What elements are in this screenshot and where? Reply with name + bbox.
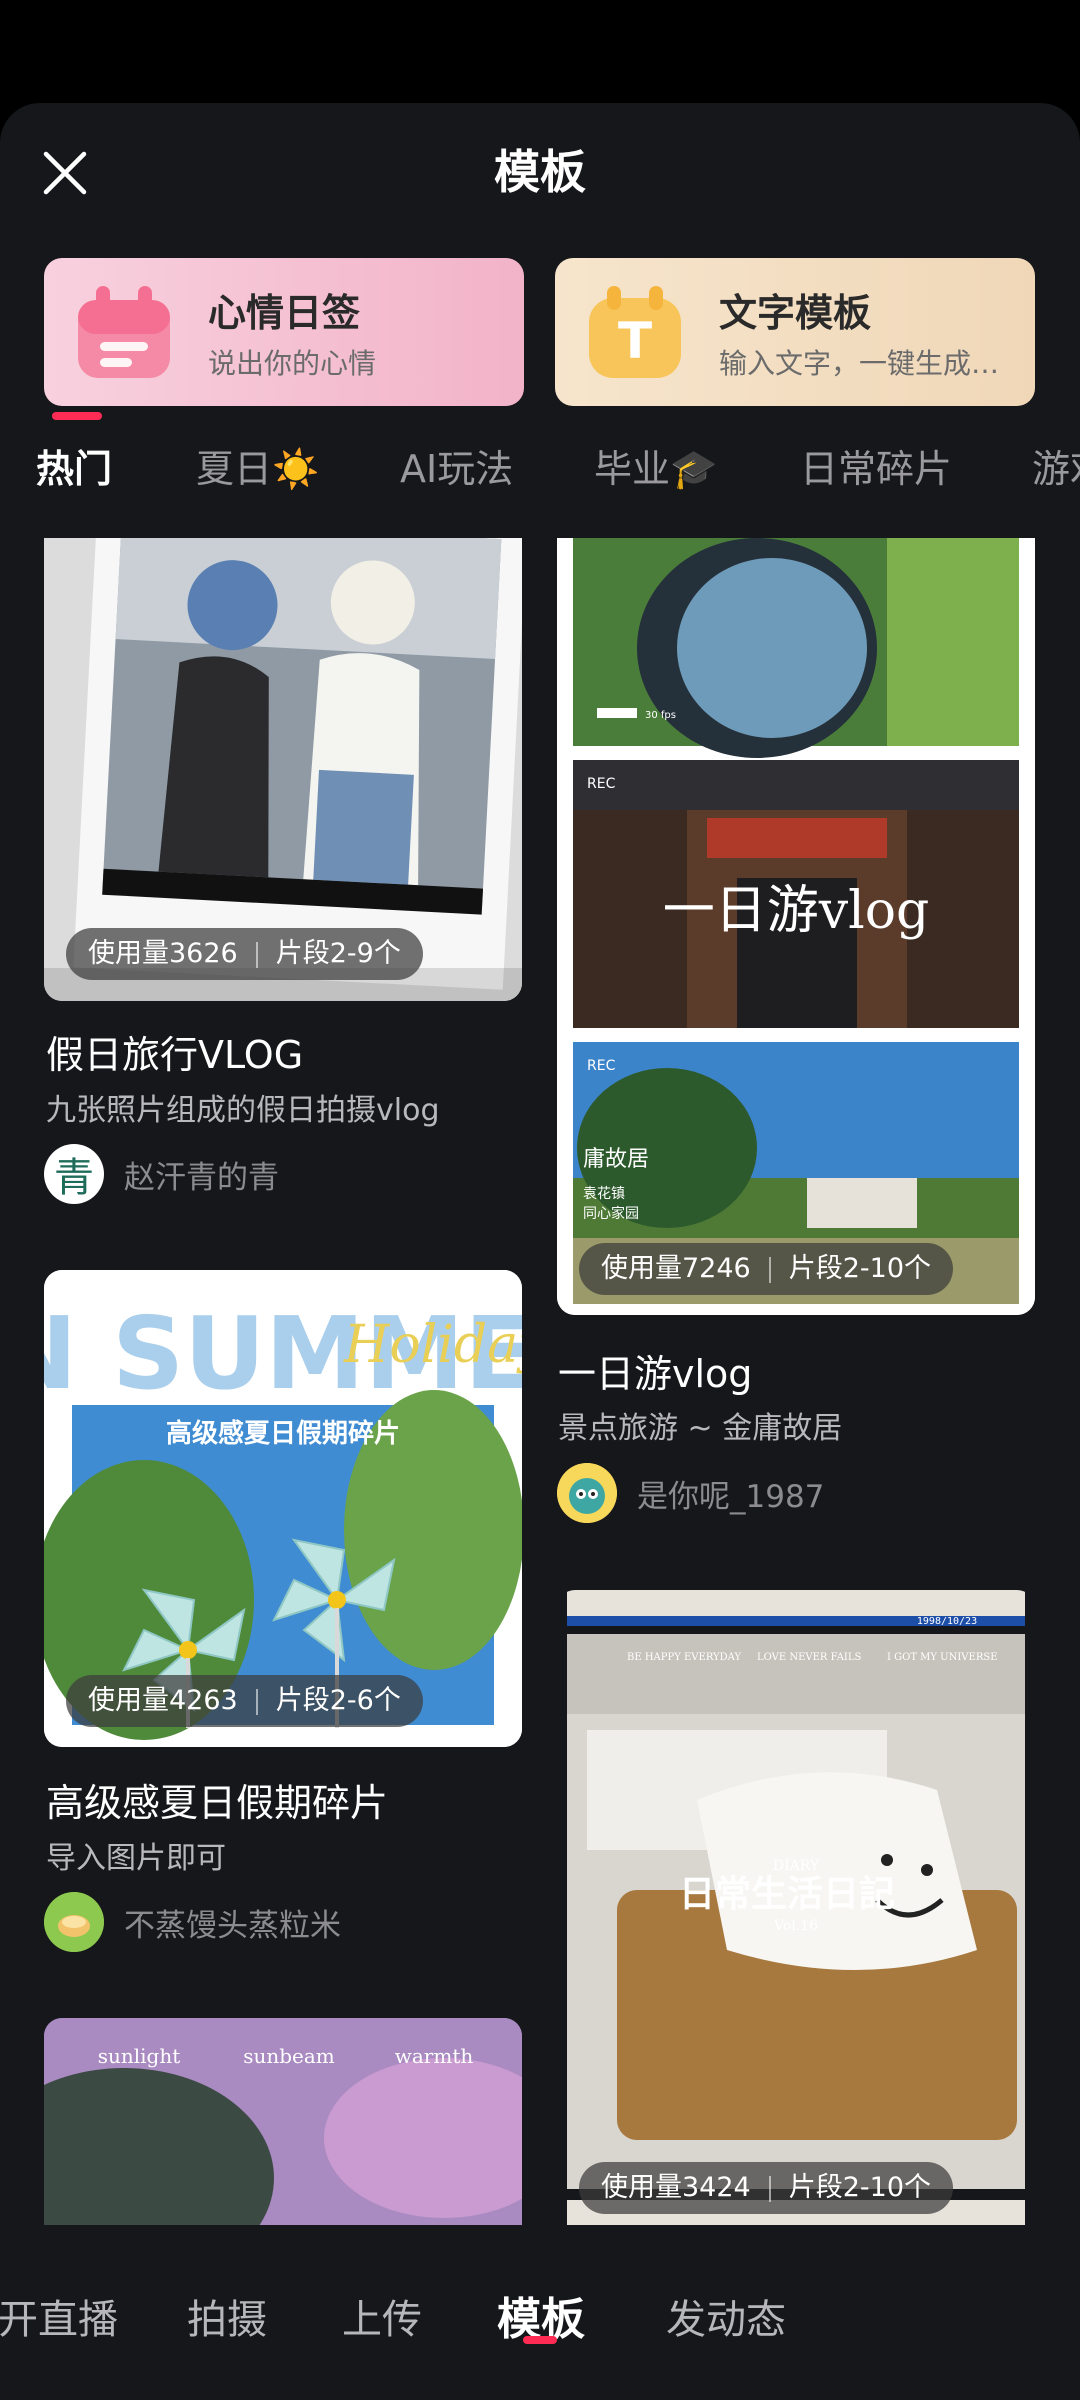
avatar bbox=[557, 1463, 617, 1523]
poster-caption: 高级感夏日假期碎片 bbox=[166, 1418, 400, 1449]
diary-header: BE HAPPY EVERYDAY bbox=[627, 1652, 741, 1663]
frame-place-label: 同心家园 bbox=[583, 1205, 639, 1222]
overlay-title: 一日游vlog bbox=[663, 881, 930, 941]
diary-vol: Vol.16 bbox=[773, 1918, 818, 1934]
feature-subtitle: 输入文字，一键生成… bbox=[719, 347, 1000, 380]
active-nav-indicator bbox=[523, 2336, 557, 2344]
nav-post-moment[interactable]: 发动态 bbox=[666, 2287, 786, 2345]
avatar: 青 bbox=[44, 1144, 104, 1204]
card-thumbnail-video: 30 fps REC 一日游vlog REC 庸故居 袁花镇 同心家园 bbox=[557, 538, 1035, 1315]
author-name: 赵汗青的青 bbox=[124, 1159, 279, 1196]
usage-badge: 使用量3626 片段2-9个 bbox=[66, 928, 423, 980]
segment-count: 片段2-6个 bbox=[275, 1685, 401, 1716]
card-author[interactable]: 是你呢_1987 bbox=[557, 1462, 824, 1524]
diary-title: 日常生活日記 bbox=[679, 1873, 895, 1915]
poster-word: sunbeam bbox=[243, 2044, 335, 2068]
text-t-letter: T bbox=[618, 312, 652, 370]
usage-badge: 使用量4263 片段2-6个 bbox=[66, 1675, 423, 1727]
card-author[interactable]: 不蒸馒头蒸粒米 bbox=[44, 1891, 341, 1953]
author-name: 不蒸馒头蒸粒米 bbox=[124, 1907, 341, 1944]
rec-label: REC bbox=[587, 776, 616, 792]
card-title[interactable]: 一日游vlog bbox=[558, 1343, 752, 1398]
template-card-sunlight[interactable]: sunlight sunbeam warmth bbox=[44, 2018, 522, 2225]
card-subtitle: 导入图片即可 bbox=[46, 1841, 226, 1876]
nav-go-live[interactable]: 开直播 bbox=[0, 2287, 118, 2345]
active-tab-indicator bbox=[52, 412, 102, 420]
segment-count: 片段2-10个 bbox=[788, 2172, 931, 2203]
mood-card-feature[interactable]: 心情日签 说出你的心情 bbox=[44, 258, 524, 406]
page-title: 模板 bbox=[494, 145, 586, 199]
bottom-nav: 开直播 拍摄 上传 模板 发动态 bbox=[0, 2225, 1080, 2400]
usage-count: 使用量4263 bbox=[88, 1685, 238, 1716]
usage-count: 使用量7246 bbox=[601, 1253, 751, 1284]
avatar-food-icon bbox=[44, 1892, 104, 1952]
card-title[interactable]: 高级感夏日假期碎片 bbox=[46, 1772, 388, 1827]
poster-word: warmth bbox=[395, 2044, 474, 2068]
feature-title: 心情日签 bbox=[208, 291, 361, 335]
calendar-icon bbox=[78, 286, 170, 378]
usage-badge: 使用量3424 片段2-10个 bbox=[579, 2162, 953, 2214]
diary-header: I GOT MY UNIVERSE bbox=[887, 1652, 998, 1663]
card-subtitle: 九张照片组成的假日拍摄vlog bbox=[46, 1093, 440, 1128]
card-subtitle: 景点旅游 ~ 金庸故居 bbox=[558, 1411, 843, 1446]
card-thumbnail-sunlight: sunlight sunbeam warmth bbox=[44, 2018, 522, 2225]
usage-badge: 使用量7246 片段2-10个 bbox=[579, 1243, 953, 1295]
avatar-robot-icon bbox=[557, 1463, 617, 1523]
template-card-holiday[interactable]: 使用量3626 片段2-9个 bbox=[44, 538, 522, 1001]
usage-count: 使用量3424 bbox=[601, 2172, 751, 2203]
fps-label: 30 fps bbox=[645, 710, 676, 721]
usage-count: 使用量3626 bbox=[88, 938, 238, 969]
author-name: 是你呢_1987 bbox=[637, 1478, 825, 1515]
template-card-day-trip[interactable]: 30 fps REC 一日游vlog REC 庸故居 袁花镇 同心家园 使用量7… bbox=[557, 538, 1035, 1315]
card-thumbnail-diary: 1998/10/23 BE HAPPY EVERYDAY LOVE NEVER … bbox=[567, 1590, 1025, 2225]
diary-header: LOVE NEVER FAILS bbox=[757, 1652, 862, 1663]
template-feed[interactable]: 使用量3626 片段2-9个 假日旅行VLOG 九张照片组成的假日拍摄vlog 青… bbox=[0, 435, 1080, 2225]
frame-place-label: 袁花镇 bbox=[583, 1186, 625, 1202]
diary-top-label: DIARY bbox=[773, 1858, 820, 1874]
nav-shoot[interactable]: 拍摄 bbox=[187, 2287, 267, 2345]
avatar bbox=[44, 1892, 104, 1952]
template-card-diary[interactable]: 1998/10/23 BE HAPPY EVERYDAY LOVE NEVER … bbox=[557, 1590, 1035, 2225]
template-card-summer[interactable]: IN SUMMER Holiday 高级感夏日假期碎片 使用量4263片段2-6… bbox=[44, 1270, 522, 1747]
nav-upload[interactable]: 上传 bbox=[342, 2287, 422, 2345]
segment-count: 片段2-9个 bbox=[275, 938, 401, 969]
feature-title: 文字模板 bbox=[719, 291, 872, 335]
text-t-icon: T bbox=[589, 286, 681, 378]
segment-count: 片段2-10个 bbox=[788, 1253, 931, 1284]
poster-word: sunlight bbox=[98, 2044, 181, 2068]
rec-label: REC bbox=[587, 1058, 616, 1074]
feature-subtitle: 说出你的心情 bbox=[208, 347, 377, 380]
text-template-feature[interactable]: T 文字模板 输入文字，一键生成… bbox=[555, 258, 1035, 406]
poster-script-text: Holiday bbox=[343, 1315, 522, 1375]
card-author[interactable]: 青 赵汗青的青 bbox=[44, 1143, 279, 1205]
card-title[interactable]: 假日旅行VLOG bbox=[46, 1024, 303, 1079]
frame-place-label: 庸故居 bbox=[583, 1147, 649, 1172]
diary-date: 1998/10/23 bbox=[917, 1616, 977, 1627]
